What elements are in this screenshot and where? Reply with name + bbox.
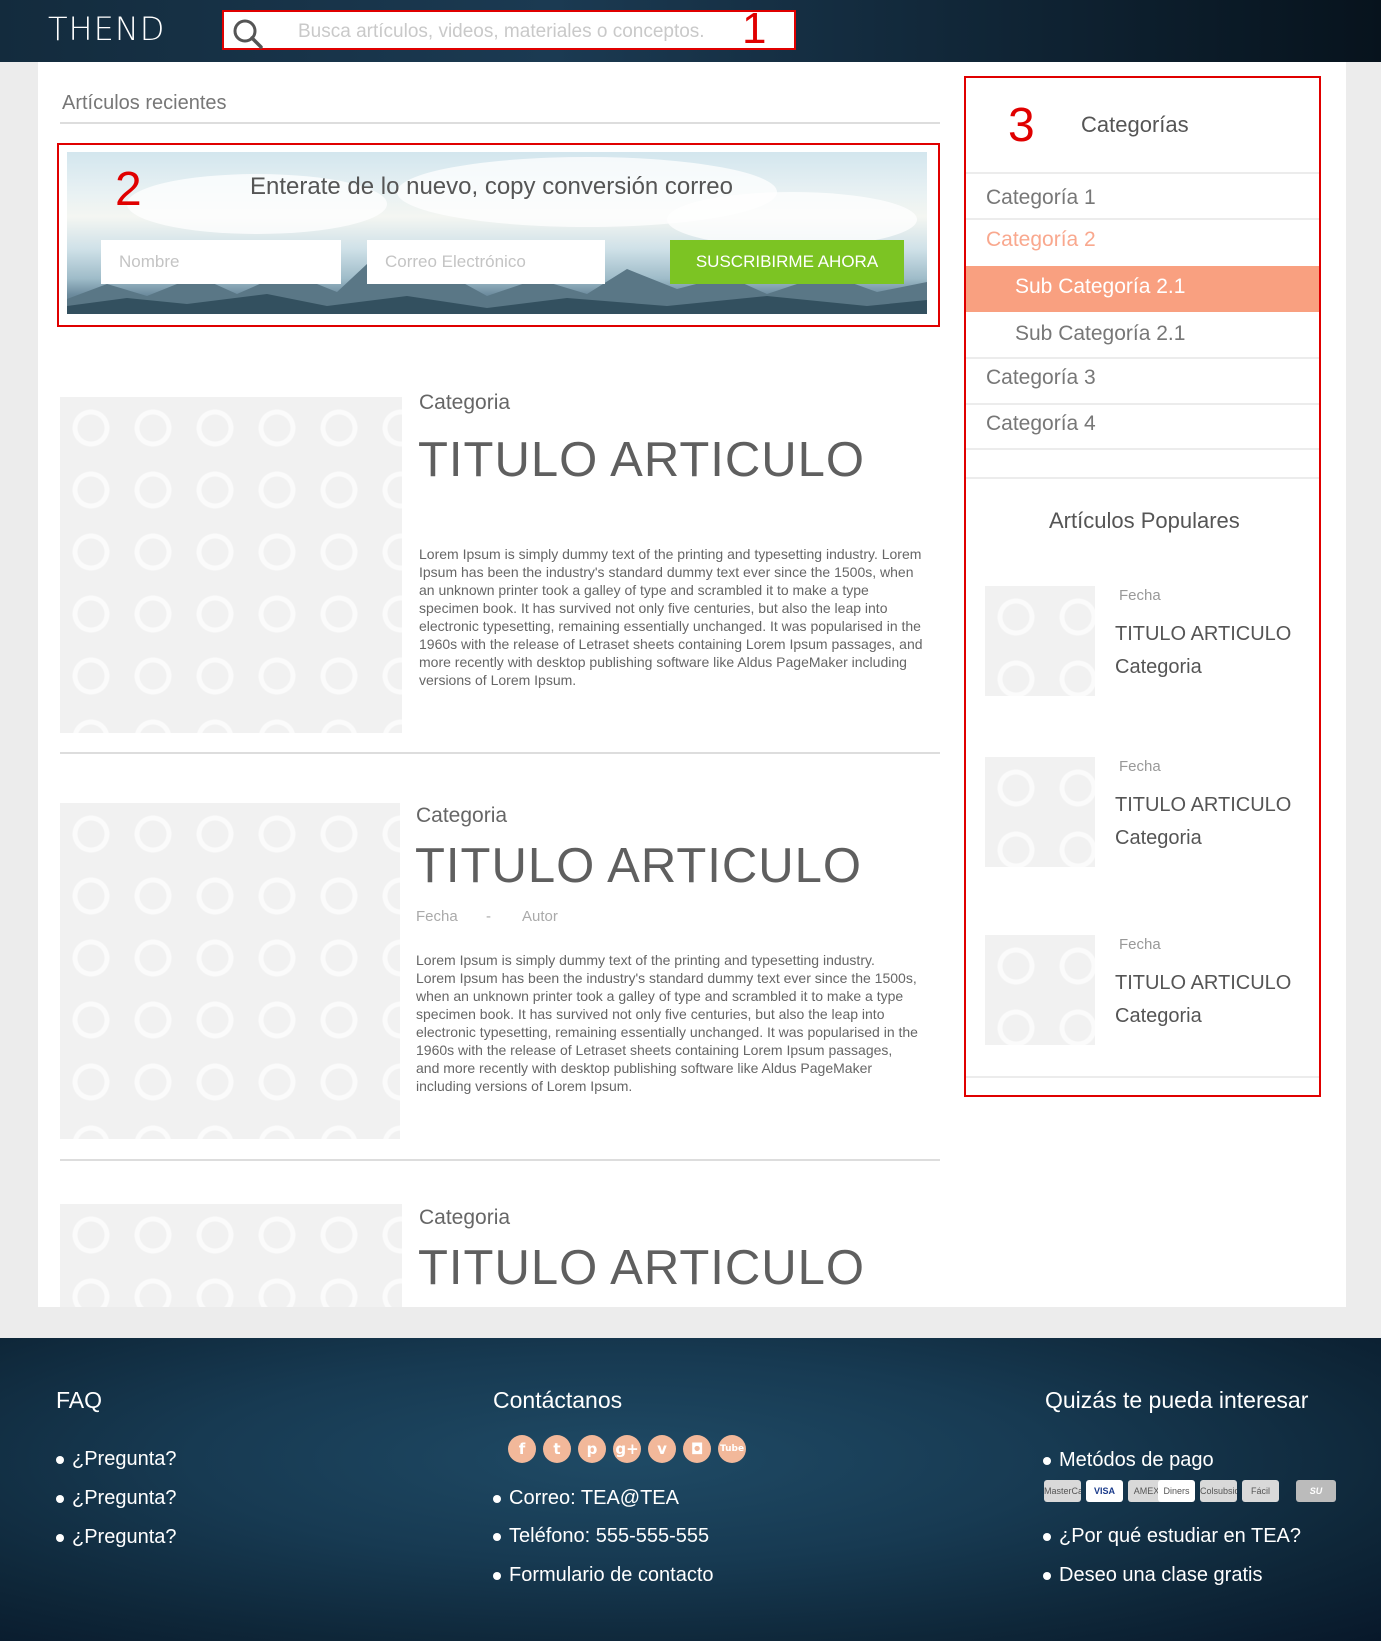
popular-article-title[interactable]: TITULO ARTICULO [1115, 794, 1291, 817]
free-class-link[interactable]: Deseo una clase gratis [1043, 1564, 1262, 1587]
contact-phone[interactable]: Teléfono: 555-555-555 [493, 1525, 709, 1548]
newsletter-title: Enterate de lo nuevo, copy conversión co… [250, 173, 733, 200]
why-study-link[interactable]: ¿Por qué estudiar en TEA? [1043, 1525, 1301, 1548]
article-image[interactable] [60, 397, 402, 733]
divider [966, 477, 1319, 479]
divider [60, 752, 940, 754]
divider [966, 1076, 1319, 1078]
vimeo-icon[interactable]: v [648, 1435, 676, 1463]
contact-heading: Contáctanos [493, 1387, 623, 1413]
popular-article-image[interactable] [985, 935, 1095, 1045]
article-image[interactable] [60, 803, 400, 1139]
payment-methods-link[interactable]: Metódos de pago [1043, 1449, 1214, 1472]
faq-item[interactable]: ¿Pregunta? [56, 1526, 177, 1549]
contact-email[interactable]: Correo: TEA@TEA [493, 1487, 679, 1510]
popular-article-date: Fecha [1119, 587, 1161, 604]
subcategory-item-active[interactable]: Sub Categoría 2.1 [1015, 275, 1185, 299]
categories-heading: Categorías [1081, 112, 1189, 137]
subscribe-button[interactable]: SUSCRIBIRME AHORA [670, 240, 904, 284]
search-icon[interactable] [232, 18, 264, 50]
popular-article-title[interactable]: TITULO ARTICULO [1115, 972, 1291, 995]
divider [966, 218, 1319, 220]
category-item-1[interactable]: Categoría 1 [986, 186, 1096, 210]
article-image[interactable] [60, 1204, 402, 1307]
divider [966, 448, 1319, 450]
visa-icon: VISA [1086, 1480, 1123, 1502]
article-date: Fecha [416, 908, 458, 925]
google-plus-icon[interactable]: g+ [613, 1435, 641, 1463]
name-input[interactable]: Nombre [101, 240, 341, 284]
annotation-number-3: 3 [1008, 99, 1035, 152]
su-card-icon: SU [1296, 1480, 1336, 1502]
divider [966, 403, 1319, 405]
category-item-3[interactable]: Categoría 3 [986, 366, 1096, 390]
interest-heading: Quizás te pueda interesar [1045, 1387, 1309, 1413]
popular-articles-heading: Artículos Populares [1049, 508, 1240, 533]
popular-article-image[interactable] [985, 586, 1095, 696]
article-title[interactable]: TITULO ARTICULO [418, 1240, 865, 1296]
article-category[interactable]: Categoria [419, 391, 510, 415]
colsubsidio-icon: Colsubsidio [1200, 1480, 1237, 1502]
faq-item[interactable]: ¿Pregunta? [56, 1487, 177, 1510]
divider [60, 1159, 940, 1161]
contact-form-link[interactable]: Formulario de contacto [493, 1564, 714, 1587]
article-title[interactable]: TITULO ARTICULO [415, 838, 862, 894]
faq-item[interactable]: ¿Pregunta? [56, 1448, 177, 1471]
annotation-number-2: 2 [115, 163, 142, 216]
diners-club-icon: Diners Club [1158, 1480, 1195, 1502]
article-excerpt: Lorem Ipsum is simply dummy text of the … [416, 952, 918, 1094]
divider [966, 172, 1319, 174]
search-input[interactable]: Busca artículos, videos, materiales o co… [298, 21, 705, 43]
article-excerpt: Lorem Ipsum is simply dummy text of the … [419, 546, 923, 688]
popular-article-title[interactable]: TITULO ARTICULO [1115, 623, 1291, 646]
pinterest-icon[interactable]: p [578, 1435, 606, 1463]
popular-article-date: Fecha [1119, 758, 1161, 775]
article-author: Autor [522, 908, 558, 925]
annotation-number-1: 1 [742, 4, 767, 53]
newsletter-section [57, 143, 940, 327]
mastercard-icon: MasterCard [1044, 1480, 1081, 1502]
article-title[interactable]: TITULO ARTICULO [418, 432, 865, 488]
recent-articles-heading: Artículos recientes [62, 92, 227, 114]
meta-separator: - [486, 908, 491, 925]
article-category[interactable]: Categoria [416, 804, 507, 828]
divider [60, 122, 940, 124]
faq-heading: FAQ [56, 1387, 103, 1413]
article-category[interactable]: Categoria [419, 1206, 510, 1230]
youtube-icon[interactable]: Tube [718, 1435, 746, 1463]
facil-codensa-icon: Fácil [1242, 1480, 1279, 1502]
popular-article-image[interactable] [985, 757, 1095, 867]
popular-article-category[interactable]: Categoria [1115, 1005, 1202, 1028]
divider [966, 357, 1319, 359]
email-input[interactable]: Correo Electrónico [367, 240, 605, 284]
instagram-icon[interactable]: ◘ [683, 1435, 711, 1463]
subcategory-item[interactable]: Sub Categoría 2.1 [1015, 322, 1185, 346]
twitter-icon[interactable]: t [543, 1435, 571, 1463]
popular-article-category[interactable]: Categoria [1115, 656, 1202, 679]
popular-article-category[interactable]: Categoria [1115, 827, 1202, 850]
popular-article-date: Fecha [1119, 936, 1161, 953]
category-item-2[interactable]: Categoría 2 [986, 228, 1096, 252]
site-logo[interactable]: THEND [48, 10, 165, 48]
category-item-4[interactable]: Categoría 4 [986, 412, 1096, 436]
facebook-icon[interactable]: f [508, 1435, 536, 1463]
search-bar[interactable]: Busca artículos, videos, materiales o co… [222, 10, 796, 50]
